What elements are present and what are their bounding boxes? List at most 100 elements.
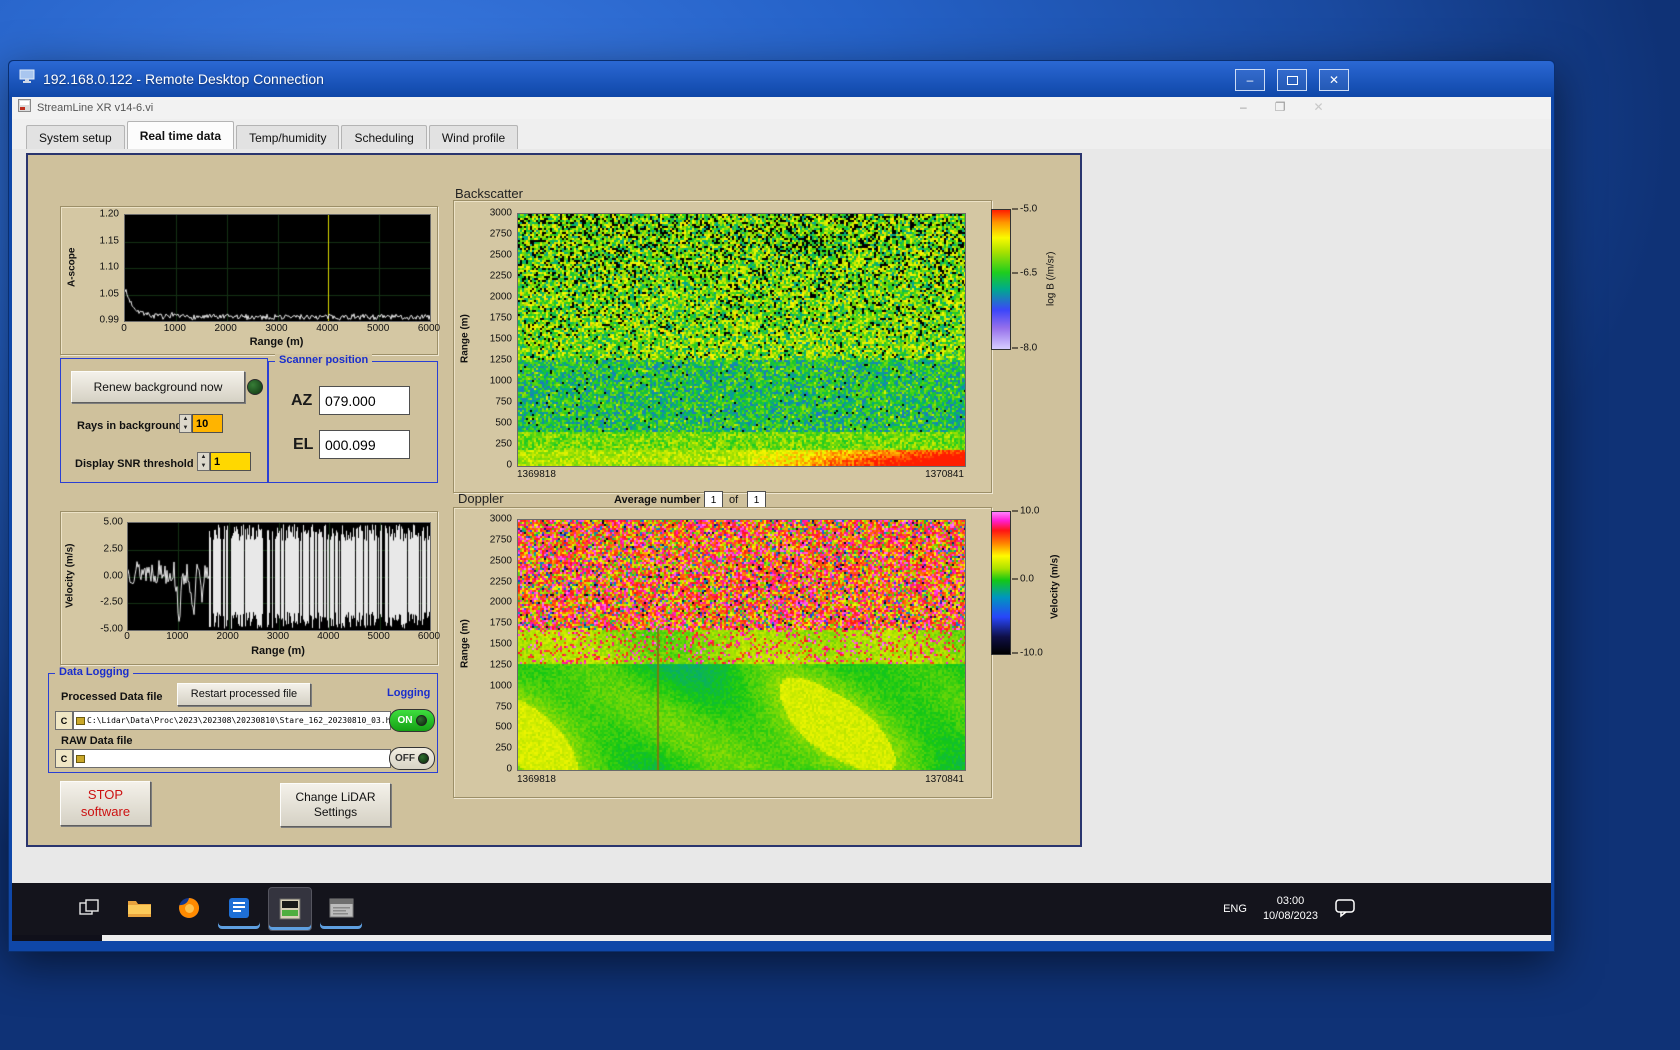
velocity-ytick: 5.00	[104, 517, 123, 528]
backscatter-x-ticks: 1369818 1370841	[517, 469, 964, 480]
tab-wind-profile[interactable]: Wind profile	[429, 125, 518, 149]
document-app-icon[interactable]	[218, 887, 260, 929]
tab-system-setup[interactable]: System setup	[26, 125, 125, 149]
backscatter-colorbar-tick: -8.0	[1012, 343, 1037, 354]
processed-path-text: C:\Lidar\Data\Proc\2023\202308\20230810\…	[87, 716, 391, 725]
elevation-label: EL	[293, 436, 313, 454]
restart-processed-file-button[interactable]: Restart processed file	[177, 683, 311, 706]
display-snr-threshold-stepper[interactable]: ▲▼	[197, 452, 210, 471]
close-button[interactable]: ✕	[1319, 69, 1349, 91]
app-minimize-button[interactable]: –	[1240, 100, 1247, 114]
clock-date: 10/08/2023	[1263, 909, 1318, 924]
backscatter-ytick: 1500	[490, 334, 512, 345]
average-of-label: of	[729, 494, 738, 506]
velocity-x-axis-label: Range (m)	[127, 645, 429, 657]
doppler-ytick: 1000	[490, 680, 512, 691]
raw-logging-toggle[interactable]: OFF	[389, 747, 435, 770]
ascope-y-axis-label: A-scope	[65, 214, 79, 320]
backscatter-ytick: 2750	[490, 229, 512, 240]
ascope-xtick: 5000	[367, 323, 389, 334]
ascope-xtick: 1000	[164, 323, 186, 334]
renew-background-button[interactable]: Renew background now	[71, 371, 245, 403]
backscatter-ytick: 2250	[490, 271, 512, 282]
doppler-x-ticks: 1369818 1370841	[517, 774, 964, 785]
tab-real-time-data[interactable]: Real time data	[127, 121, 234, 149]
doppler-x-start: 1369818	[517, 774, 556, 785]
backscatter-ytick: 1750	[490, 313, 512, 324]
tab-bar: System setup Real time data Temp/humidit…	[12, 119, 1551, 150]
ascope-xtick: 3000	[265, 323, 287, 334]
backscatter-title: Backscatter	[455, 186, 523, 201]
task-view-icon[interactable]	[68, 887, 110, 929]
ascope-ytick: 1.15	[100, 235, 119, 246]
front-panel: A-scope 1.201.151.101.050.99 01000200030…	[26, 153, 1082, 847]
doppler-heatmap-canvas	[517, 519, 966, 771]
tab-temp-humidity[interactable]: Temp/humidity	[236, 125, 339, 149]
rdp-titlebar[interactable]: 192.168.0.122 - Remote Desktop Connectio…	[9, 61, 1554, 97]
backscatter-colorbar-tick: -5.0	[1012, 204, 1037, 215]
doppler-ytick: 3000	[490, 514, 512, 525]
maximize-button[interactable]	[1277, 69, 1307, 91]
app-restore-button[interactable]: ❐	[1275, 100, 1286, 114]
backscatter-colorbar-ticks: -5.0-6.5-8.0	[1012, 209, 1046, 348]
doppler-ytick: 1750	[490, 618, 512, 629]
azimuth-value-field[interactable]: 079.000	[319, 386, 410, 415]
stop-software-button[interactable]: STOPsoftware	[60, 781, 151, 826]
ascope-y-ticks: 1.201.151.101.050.99	[79, 214, 121, 320]
taskbar-tray: ENG 03:00 10/08/2023	[1223, 883, 1356, 935]
backscatter-x-start: 1369818	[517, 469, 556, 480]
browse-folder-icon[interactable]	[76, 755, 85, 763]
doppler-ytick: 750	[495, 701, 512, 712]
minimize-button[interactable]: –	[1235, 69, 1265, 91]
velocity-x-ticks: 0100020003000400050006000	[127, 631, 429, 643]
backscatter-ytick: 250	[495, 439, 512, 450]
backscatter-ytick: 500	[495, 418, 512, 429]
processed-logging-toggle[interactable]: ON	[389, 709, 435, 732]
raw-data-file-path[interactable]	[73, 749, 391, 768]
doppler-ytick: 500	[495, 722, 512, 733]
browse-folder-icon[interactable]	[76, 717, 85, 725]
velocity-y-axis-label: Velocity (m/s)	[63, 522, 77, 629]
doppler-colorbar-tick: -10.0	[1012, 648, 1043, 659]
doppler-ytick: 2250	[490, 576, 512, 587]
tab-scheduling[interactable]: Scheduling	[341, 125, 426, 149]
logging-label: Logging	[387, 687, 430, 699]
remote-desktop-icon	[19, 69, 35, 89]
backscatter-ytick: 0	[506, 460, 512, 471]
streamline-app-icon[interactable]	[268, 887, 312, 931]
scanner-position-title: Scanner position	[275, 354, 372, 366]
velocity-plot: Velocity (m/s) 5.002.500.00-2.50-5.00 01…	[60, 511, 438, 665]
velocity-xtick: 4000	[317, 631, 339, 642]
data-logging-title: Data Logging	[55, 666, 133, 678]
doppler-ytick: 2500	[490, 555, 512, 566]
language-indicator[interactable]: ENG	[1223, 903, 1247, 915]
app-icon	[18, 99, 31, 117]
change-lidar-settings-button[interactable]: Change LiDARSettings	[280, 783, 391, 827]
processed-drive-selector[interactable]: C	[55, 711, 73, 730]
firefox-icon[interactable]	[168, 887, 210, 929]
rdp-window: 192.168.0.122 - Remote Desktop Connectio…	[8, 60, 1555, 952]
doppler-ytick: 0	[506, 764, 512, 775]
bottom-strip	[102, 935, 1551, 941]
doppler-colorbar	[991, 511, 1011, 655]
raw-drive-selector[interactable]: C	[55, 749, 73, 768]
app-titlebar[interactable]: StreamLine XR v14-6.vi – ❐ ✕	[12, 97, 1551, 120]
processed-data-file-path[interactable]: C:\Lidar\Data\Proc\2023\202308\20230810\…	[73, 711, 391, 730]
app-close-button[interactable]: ✕	[1313, 100, 1323, 114]
ascope-ytick: 0.99	[100, 315, 119, 326]
rays-in-background-stepper[interactable]: ▲▼	[179, 414, 192, 433]
backscatter-ytick: 750	[495, 397, 512, 408]
notification-chat-icon[interactable]	[1334, 896, 1356, 923]
velocity-xtick: 0	[124, 631, 130, 642]
velocity-ytick: 2.50	[104, 543, 123, 554]
rays-in-background-label: Rays in background	[77, 420, 182, 432]
elevation-value-field[interactable]: 000.099	[319, 430, 410, 459]
file-explorer-icon[interactable]	[118, 887, 160, 929]
display-snr-threshold-value[interactable]: 1	[210, 452, 251, 471]
taskbar-clock[interactable]: 03:00 10/08/2023	[1263, 894, 1318, 924]
backscatter-heatmap-canvas	[517, 213, 966, 467]
rdp-window-controls: – ✕	[1235, 69, 1349, 91]
backscatter-ytick: 3000	[490, 208, 512, 219]
scan-scheduler-window-icon[interactable]	[320, 887, 362, 929]
rays-in-background-value[interactable]: 10	[192, 414, 223, 433]
